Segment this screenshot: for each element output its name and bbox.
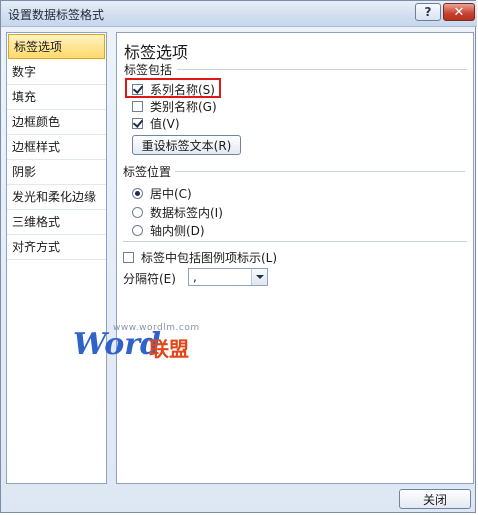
window-close-button[interactable]: ✕ xyxy=(443,3,475,21)
label-contains-heading: 标签包括 xyxy=(124,63,173,77)
group-divider xyxy=(175,171,465,172)
watermark-logo: www.wordlm.com Word 联盟 xyxy=(73,321,213,365)
reset-label-text-button[interactable]: 重设标签文本(R) xyxy=(132,135,241,155)
inside-end-radio[interactable] xyxy=(132,207,143,218)
chevron-down-icon[interactable] xyxy=(251,269,267,285)
category-sidebar: 标签选项 数字 填充 边框颜色 边框样式 阴影 发光和柔化边缘 三维格式 对齐方… xyxy=(6,32,107,484)
help-icon: ? xyxy=(424,5,432,19)
section-divider xyxy=(123,241,467,242)
group-divider xyxy=(177,69,467,70)
sidebar-item-label-options[interactable]: 标签选项 xyxy=(8,34,105,59)
category-name-option[interactable]: 类别名称(G) xyxy=(132,98,217,115)
category-name-checkbox[interactable] xyxy=(132,101,143,112)
inside-base-option[interactable]: 轴内侧(D) xyxy=(132,222,205,239)
sidebar-item-glow-soft-edges[interactable]: 发光和柔化边缘 xyxy=(7,185,106,210)
sidebar-item-shadow[interactable]: 阴影 xyxy=(7,160,106,185)
label-position-heading: 标签位置 xyxy=(123,165,172,179)
sidebar-item-border-color[interactable]: 边框颜色 xyxy=(7,110,106,135)
value-checkbox[interactable] xyxy=(132,118,143,129)
highlight-box xyxy=(125,78,221,98)
center-label: 居中(C) xyxy=(150,187,192,201)
inside-base-label: 轴内侧(D) xyxy=(150,224,205,238)
inside-end-option[interactable]: 数据标签内(I) xyxy=(132,204,223,221)
legend-key-option[interactable]: 标签中包括图例项标示(L) xyxy=(123,249,277,266)
close-button[interactable]: 关闭 xyxy=(399,489,471,509)
sidebar-item-number[interactable]: 数字 xyxy=(7,60,106,85)
center-radio[interactable] xyxy=(132,188,143,199)
window-title: 设置数据标签格式 xyxy=(8,8,105,22)
separator-label: 分隔符(E) xyxy=(123,272,176,286)
sidebar-item-3d-format[interactable]: 三维格式 xyxy=(7,210,106,235)
sidebar-item-fill[interactable]: 填充 xyxy=(7,85,106,110)
category-name-label: 类别名称(G) xyxy=(150,100,217,114)
center-option[interactable]: 居中(C) xyxy=(132,185,192,202)
watermark-cn: 联盟 xyxy=(149,337,189,361)
legend-key-checkbox[interactable] xyxy=(123,252,134,263)
separator-value: , xyxy=(193,270,197,284)
separator-select[interactable]: , xyxy=(188,268,268,286)
value-option[interactable]: 值(V) xyxy=(132,115,180,132)
panel-title: 标签选项 xyxy=(124,43,189,62)
title-bar[interactable]: 设置数据标签格式 ? ✕ xyxy=(1,1,477,27)
value-label: 值(V) xyxy=(150,117,180,131)
sidebar-item-border-style[interactable]: 边框样式 xyxy=(7,135,106,160)
inside-end-label: 数据标签内(I) xyxy=(150,206,223,220)
dialog-window: 设置数据标签格式 ? ✕ 标签选项 数字 填充 边框颜色 边框样式 阴影 发光和… xyxy=(0,0,477,513)
inside-base-radio[interactable] xyxy=(132,225,143,236)
sidebar-item-alignment[interactable]: 对齐方式 xyxy=(7,235,106,260)
help-button[interactable]: ? xyxy=(415,3,441,21)
legend-key-label: 标签中包括图例项标示(L) xyxy=(141,251,278,265)
watermark-word: Word xyxy=(73,327,162,362)
close-icon: ✕ xyxy=(453,4,465,20)
